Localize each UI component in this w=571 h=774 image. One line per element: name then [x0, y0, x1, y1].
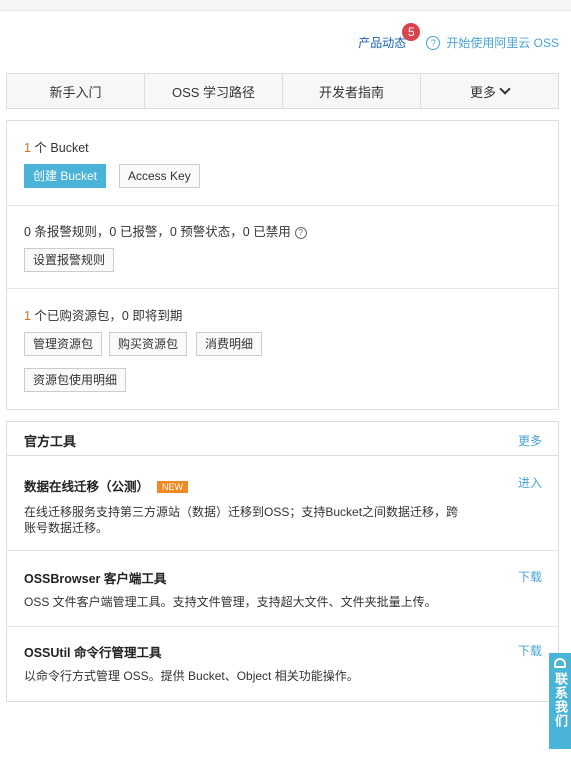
get-started-label: 开始使用阿里云 OSS — [446, 36, 559, 50]
resource-usage-button[interactable]: 资源包使用明细 — [24, 368, 127, 392]
alarm-section: 0 条报警规则，0 已报警，0 预警状态，0 已禁用? 设置报警规则 — [7, 205, 558, 289]
contact-us-label: 联系我们 — [553, 672, 568, 728]
tab-label: OSS 学习路径 — [171, 84, 256, 100]
tool-description: OSS 文件客户端管理工具。支持文件管理，支持超大文件、文件夹批量上传。 — [24, 595, 437, 609]
tool-description: 在线迁移服务支持第三方源站（数据）迁移到OSS；支持Bucket之间数据迁移，跨… — [24, 505, 459, 535]
tool-name: 数据在线迁移（公测） NEW — [24, 476, 189, 495]
bucket-summary: 1 个 Bucket — [24, 137, 89, 156]
create-bucket-button[interactable]: 创建 Bucket — [24, 164, 107, 188]
bucket-count: 1 — [24, 141, 31, 155]
tool-item: 数据在线迁移（公测） NEW 进入 在线迁移服务支持第三方源站（数据）迁移到OSS… — [7, 456, 558, 551]
official-tools-card: 官方工具 更多 数据在线迁移（公测） NEW 进入 在线迁移服务支持第三方源站（数… — [6, 421, 559, 702]
resource-summary-suffix: 个已购资源包，0 即将到期 — [30, 309, 183, 323]
tab-label: 新手入门 — [49, 84, 102, 100]
help-icon[interactable]: ? — [294, 226, 307, 239]
tool-download-link[interactable]: 下载 — [518, 642, 542, 659]
tool-name-text: 数据在线迁移（公测） — [24, 480, 150, 494]
manage-resource-button[interactable]: 管理资源包 — [24, 332, 103, 356]
tools-title: 官方工具 — [24, 434, 77, 449]
tab-learning-path[interactable]: OSS 学习路径 — [145, 74, 283, 108]
resource-section: 1 个已购资源包，0 即将到期 管理资源包 购买资源包 消费明细 资源包使用明细 — [7, 289, 558, 409]
product-news-link[interactable]: 产品动态 5 — [358, 23, 421, 51]
tab-label: 开发者指南 — [318, 84, 384, 100]
tools-more-link[interactable]: 更多 — [518, 432, 542, 449]
nav-tabs: 新手入门 OSS 学习路径 开发者指南 更多 — [6, 73, 559, 109]
alarm-settings-button[interactable]: 设置报警规则 — [24, 248, 115, 272]
tab-getting-started[interactable]: 新手入门 — [7, 74, 145, 108]
tool-enter-link[interactable]: 进入 — [518, 474, 542, 491]
chevron-down-icon — [499, 83, 511, 95]
new-badge: NEW — [157, 481, 189, 493]
tool-name: OSSUtil 命令行管理工具 — [24, 646, 162, 660]
product-news-label: 产品动态 — [358, 36, 407, 50]
tool-name: OSSBrowser 客户端工具 — [24, 572, 167, 586]
tool-download-link[interactable]: 下载 — [518, 568, 542, 585]
tool-item: OSSBrowser 客户端工具 下载 OSS 文件客户端管理工具。支持文件管理… — [7, 551, 558, 627]
alarm-summary: 0 条报警规则，0 已报警，0 预警状态，0 已禁用? — [24, 221, 307, 240]
contact-us-button[interactable]: 联系我们 — [549, 653, 571, 749]
resource-count: 1 — [24, 309, 31, 323]
tool-description: 以命令行方式管理 OSS。提供 Bucket、Object 相关功能操作。 — [24, 669, 359, 683]
overview-card: 1 个 Bucket 创建 Bucket Access Key 0 条报警规则，… — [6, 120, 559, 410]
access-key-button[interactable]: Access Key — [119, 164, 200, 188]
buy-resource-button[interactable]: 购买资源包 — [109, 332, 188, 356]
tab-label: 更多 — [469, 84, 496, 100]
tool-item: OSSUtil 命令行管理工具 下载 以命令行方式管理 OSS。提供 Bucke… — [7, 627, 558, 701]
top-bar — [0, 0, 571, 11]
get-started-link[interactable]: ? 开始使用阿里云 OSS — [426, 34, 559, 51]
header-links: 产品动态 5 ? 开始使用阿里云 OSS — [358, 23, 559, 51]
tab-developer-guide[interactable]: 开发者指南 — [283, 74, 421, 108]
bucket-section: 1 个 Bucket 创建 Bucket Access Key — [7, 121, 558, 206]
news-count-badge: 5 — [402, 23, 421, 41]
alarm-summary-text: 0 条报警规则，0 已报警，0 预警状态，0 已禁用 — [24, 225, 291, 239]
bucket-count-suffix: 个 Bucket — [30, 141, 89, 155]
resource-summary: 1 个已购资源包，0 即将到期 — [24, 305, 182, 324]
question-icon: ? — [426, 35, 441, 50]
tools-header: 官方工具 更多 — [7, 422, 558, 456]
tab-more[interactable]: 更多 — [421, 74, 558, 108]
billing-detail-button[interactable]: 消费明细 — [196, 332, 263, 356]
cup-icon — [554, 658, 566, 668]
